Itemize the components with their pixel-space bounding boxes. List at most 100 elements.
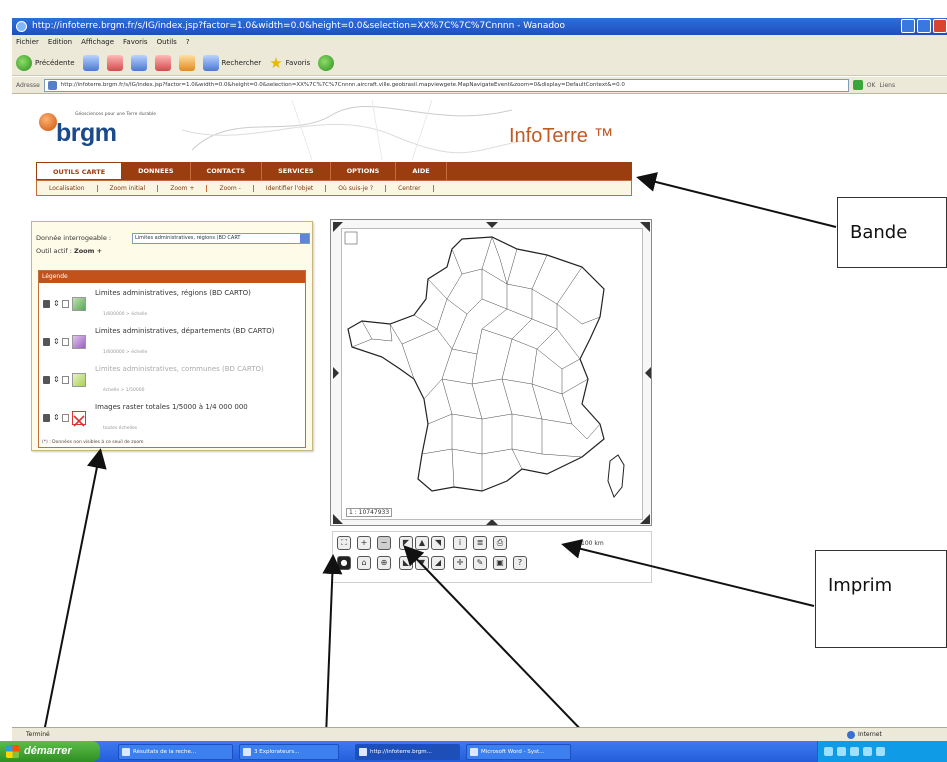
menu-file[interactable]: Fichier (16, 35, 39, 50)
reorder-layer-icon[interactable]: ⇕ (53, 338, 60, 346)
subtab-zoom-out[interactable]: Zoom - (207, 184, 254, 192)
address-input[interactable]: http://infoterre.brgm.fr/s/IG/index.jsp?… (43, 78, 849, 92)
pan-east-icon (645, 367, 651, 379)
reorder-layer-icon[interactable]: ⇕ (53, 414, 60, 422)
delete-layer-icon[interactable] (43, 338, 50, 346)
links-button[interactable]: Liens (879, 82, 895, 89)
layer-scale-note: 1/600000 > échelle (103, 350, 148, 355)
go-button[interactable]: OK (867, 82, 876, 89)
home-icon[interactable] (178, 54, 195, 71)
close-button[interactable] (933, 19, 947, 33)
visibility-checkbox[interactable] (62, 300, 69, 308)
tab-map-tools[interactable]: OUTILS CARTE (36, 162, 123, 180)
stop-icon[interactable] (106, 54, 123, 71)
reorder-layer-icon[interactable]: ⇕ (53, 376, 60, 384)
help-button[interactable]: ? (513, 556, 527, 570)
pan-ne-button[interactable]: ◥ (431, 536, 445, 550)
zoom-out-button[interactable]: − (377, 536, 391, 550)
queried-data-select[interactable]: Limites administratives, régions (BD CAR… (132, 233, 310, 244)
visibility-checkbox[interactable] (62, 338, 69, 346)
legend-item: ⇕ Limites administratives, communes (BD … (43, 363, 303, 399)
layer-label: Limites administratives, communes (BD CA… (95, 365, 264, 373)
go-icon[interactable] (852, 80, 863, 90)
subtab-initial-zoom[interactable]: Zoom initial (98, 184, 159, 192)
back-button[interactable]: Précédente (16, 54, 75, 71)
layer-scale-note: échelle > 1/50000 (103, 388, 145, 393)
subtab-identify[interactable]: Identifier l'objet (254, 184, 327, 192)
legend-box: Légende ⇕ Limites administratives, régio… (38, 270, 306, 448)
forward-button[interactable] (82, 54, 99, 71)
magnify-button[interactable]: ⊕ (377, 556, 391, 570)
zone-label: Internet (858, 731, 882, 738)
select-tool-button[interactable]: ● (337, 556, 351, 570)
main-tab-bar: OUTILS CARTE DONNEES CONTACTS SERVICES O… (36, 162, 632, 180)
map-canvas[interactable]: 1 : 10747933 (341, 228, 643, 520)
visibility-checkbox[interactable] (62, 376, 69, 384)
taskbar-item-explorer[interactable]: 3 Explorateurs... (239, 743, 339, 760)
delete-layer-icon[interactable] (43, 414, 50, 422)
full-extent-button[interactable]: ⛶ (337, 536, 351, 550)
menu-edit[interactable]: Edition (48, 35, 72, 50)
history-icon[interactable] (318, 54, 335, 71)
tab-options[interactable]: OPTIONS (331, 162, 397, 180)
minimize-button[interactable] (901, 19, 915, 33)
taskbar-item-word[interactable]: Microsoft Word - Syst... (466, 743, 571, 760)
subtab-localisation[interactable]: Localisation (37, 184, 98, 192)
pan-n-button[interactable]: ▲ (415, 536, 429, 550)
layer-label: Images raster totales 1/5000 à 1/4 000 0… (95, 403, 248, 411)
layer-label: Limites administratives, régions (BD CAR… (95, 289, 251, 297)
delete-layer-icon[interactable] (43, 300, 50, 308)
zoom-in-button[interactable]: + (357, 536, 371, 550)
refresh-icon[interactable] (130, 54, 147, 71)
taskbar-item-search[interactable]: Résultats de la reche... (118, 743, 233, 760)
visibility-checkbox[interactable] (62, 414, 69, 422)
page-content: Géosciences pour une Terre durable brgm … (12, 95, 947, 727)
subtab-center[interactable]: Centrer (386, 184, 434, 192)
menu-favorites[interactable]: Favoris (123, 35, 148, 50)
measure-button[interactable]: ✎ (473, 556, 487, 570)
globe-icon (847, 731, 855, 739)
queried-data-value: Limites administratives, régions (BD CAR… (135, 235, 241, 241)
legend-item: ⇕ Images raster totales 1/5000 à 1/4 000… (43, 401, 303, 437)
taskbar-item-infoterre[interactable]: http://infoterre.brgm... (355, 743, 460, 760)
favorites-button[interactable]: ★ Favoris (269, 55, 310, 71)
menu-tools[interactable]: Outils (157, 35, 177, 50)
tab-data[interactable]: DONNEES (122, 162, 191, 180)
pan-s-button[interactable]: ▼ (415, 556, 429, 570)
tray-icon[interactable] (850, 747, 859, 756)
menu-help[interactable]: ? (186, 35, 190, 50)
center-button[interactable]: ✛ (453, 556, 467, 570)
menu-view[interactable]: Affichage (81, 35, 114, 50)
screen: http://infoterre.brgm.fr/s/IG/index.jsp?… (0, 0, 947, 762)
window-title-bar: http://infoterre.brgm.fr/s/IG/index.jsp?… (12, 18, 947, 35)
tab-help[interactable]: AIDE (396, 162, 447, 180)
mail-icon[interactable] (154, 54, 171, 71)
maximize-button[interactable] (917, 19, 931, 33)
tray-icon[interactable] (876, 747, 885, 756)
brgm-logo-icon (39, 113, 57, 131)
brgm-logo[interactable]: brgm (56, 119, 117, 148)
home-view-button[interactable]: ⌂ (357, 556, 371, 570)
tab-services[interactable]: SERVICES (262, 162, 331, 180)
raster-thumbnail-icon (72, 411, 86, 427)
pan-nw-button[interactable]: ◤ (399, 536, 413, 550)
tray-icon[interactable] (863, 747, 872, 756)
search-button[interactable]: Rechercher (202, 54, 261, 71)
back-label: Précédente (35, 58, 75, 67)
print-button[interactable]: ⎙ (493, 536, 507, 550)
taskbar: démarrer Résultats de la reche... 3 Expl… (0, 741, 947, 762)
reorder-layer-icon[interactable]: ⇕ (53, 300, 60, 308)
tab-contacts[interactable]: CONTACTS (191, 162, 263, 180)
map-frame: 1 : 10747933 (330, 219, 652, 526)
tray-icon[interactable] (824, 747, 833, 756)
tray-icon[interactable] (837, 747, 846, 756)
subtab-zoom-in[interactable]: Zoom + (158, 184, 208, 192)
subtab-where-am-i[interactable]: Où suis-je ? (326, 184, 387, 192)
info-button[interactable]: i (453, 536, 467, 550)
delete-layer-icon[interactable] (43, 376, 50, 384)
pan-sw-button[interactable]: ◣ (399, 556, 413, 570)
pan-se-button[interactable]: ◢ (431, 556, 445, 570)
legend-button[interactable]: ≣ (473, 536, 487, 550)
start-button[interactable]: démarrer (0, 741, 100, 762)
save-button[interactable]: ▣ (493, 556, 507, 570)
